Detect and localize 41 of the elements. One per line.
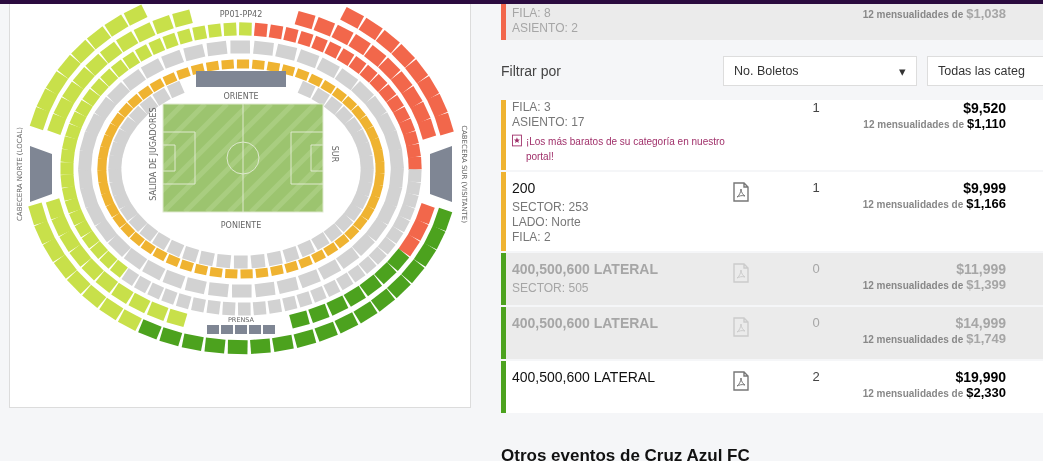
monthly-payment: 12 mensualidades de $1,038 (862, 6, 1006, 21)
ticket-quantity: 1 (812, 180, 820, 195)
ticket-detail: FILA: 3 (512, 100, 551, 115)
map-label: ORIENTE (223, 92, 259, 101)
ticket-quantity: 0 (812, 261, 820, 276)
monthly-payment: 12 mensualidades de $1,110 (863, 116, 1006, 131)
section-heading: Otros eventos de Cruz Azul FC (501, 446, 751, 461)
ticket-price: $11,999 (956, 261, 1006, 277)
map-label: PONIENTE (220, 221, 262, 230)
ticket-price: $9,999 (963, 180, 1006, 196)
map-label: PP01-PP42 (219, 10, 263, 19)
ticket-price: $9,520 (963, 100, 1006, 116)
ticket-title: 200 (512, 180, 536, 196)
ticket-quantity: 1 (812, 100, 820, 115)
ticket-title: 400,500,600 LATERAL (512, 369, 655, 385)
ticket-row[interactable]: 400,500,600 LATERAL 2 $19,990 12 mensualidades de $2,330 (501, 361, 1043, 413)
ticket-title: 400,500,600 LATERAL (512, 315, 659, 331)
ticket-detail: ASIENTO: 2 (512, 21, 578, 36)
map-label: SUR (330, 145, 339, 163)
ticket-price: $14,999 (955, 315, 1006, 331)
promo-text: ¡Los más baratos de su categoría en nuestro portal! (525, 135, 726, 164)
monthly-payment: 12 mensualidades de $1,399 (862, 277, 1006, 292)
filter-dropdown[interactable]: Todas las categ (927, 56, 1043, 86)
monthly-payment: 12 mensualidades de $1,749 (862, 331, 1006, 346)
ticket-price: $19,990 (955, 369, 1006, 385)
monthly-payment: 12 mensualidades de $2,330 (862, 385, 1006, 400)
ticket-detail: SECTOR: 505 (512, 281, 589, 296)
ticket-title: 400,500,600 LATERAL (512, 261, 659, 277)
map-label: SALIDA DE JUGADORES (149, 107, 158, 201)
monthly-payment: 12 mensualidades de $1,166 (862, 196, 1006, 211)
ticket-quantity: 2 (812, 369, 820, 384)
ticket-detail: ASIENTO: 17 (512, 115, 585, 130)
ticket-detail: SECTOR: 253 (512, 200, 589, 215)
ticket-row[interactable]: FILA: 3 ASIENTO: 17 ¡Los más baratos de su categoría en nuestro portal! 1 $9,520 12 mensualidades de $1,110 (501, 100, 1043, 170)
filter-label: Filtrar por (501, 63, 562, 79)
ticket-quantity: 0 (812, 315, 820, 330)
filter-dropdown[interactable]: No. Boletos ▾ (723, 56, 917, 86)
ticket-detail: FILA: 2 (512, 230, 551, 245)
ticket-detail: FILA: 8 (512, 6, 551, 21)
ticket-detail: LADO: Norte (512, 215, 581, 230)
ticket-row[interactable]: 200 SECTOR: 253 LADO: Norte FILA: 2 1 $9,999 12 mensualidades de $1,166 (501, 172, 1043, 251)
